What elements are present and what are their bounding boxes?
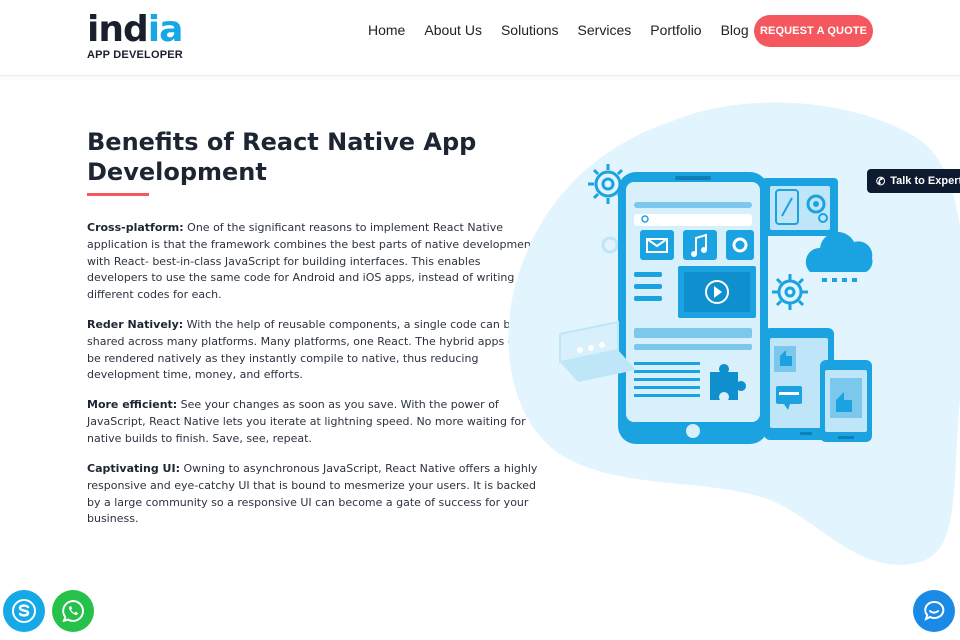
site-header: india APP DEVELOPER Home About Us Soluti… [0,0,960,76]
benefit-heading: Cross-platform: [87,221,184,234]
chat-icon [924,600,945,621]
benefit-heading: Captivating UI: [87,462,180,475]
logo-wordmark: india [87,9,183,50]
benefit-cross-platform: Cross-platform: One of the significant r… [87,220,539,304]
talk-to-expert-label: Talk to Expert [890,175,960,187]
main-nav: Home About Us Solutions Services Portfol… [368,20,749,40]
nav-blog[interactable]: Blog [721,20,749,40]
skype-button[interactable] [3,590,45,632]
whatsapp-icon [62,599,84,623]
title-underline [87,193,149,196]
benefit-render-natively: Reder Natively: With the help of reusabl… [87,317,539,384]
nav-portfolio[interactable]: Portfolio [650,20,701,40]
nav-about-us[interactable]: About Us [424,20,482,40]
nav-home[interactable]: Home [368,20,405,40]
nav-services[interactable]: Services [578,20,632,40]
phone-small-device [820,360,872,442]
logo-subtitle: APP DEVELOPER [87,49,183,61]
phone-icon: ✆ [876,175,886,188]
benefit-heading: More efficient: [87,398,178,411]
section-title: Benefits of React Native App Development [87,128,477,186]
whatsapp-button[interactable] [52,590,94,632]
nav-solutions[interactable]: Solutions [501,20,559,40]
settings-card-icon [762,178,838,236]
talk-to-expert-tab[interactable]: ✆ Talk to Expert [867,169,960,193]
skype-icon [12,599,36,623]
benefit-captivating-ui: Captivating UI: Owning to asynchronous J… [87,461,539,528]
benefit-more-efficient: More efficient: See your changes as soon… [87,397,539,447]
logo[interactable]: india APP DEVELOPER [87,9,183,62]
request-quote-button[interactable]: REQUEST A QUOTE [754,15,873,47]
live-chat-button[interactable] [913,590,955,632]
benefit-heading: Reder Natively: [87,318,184,331]
